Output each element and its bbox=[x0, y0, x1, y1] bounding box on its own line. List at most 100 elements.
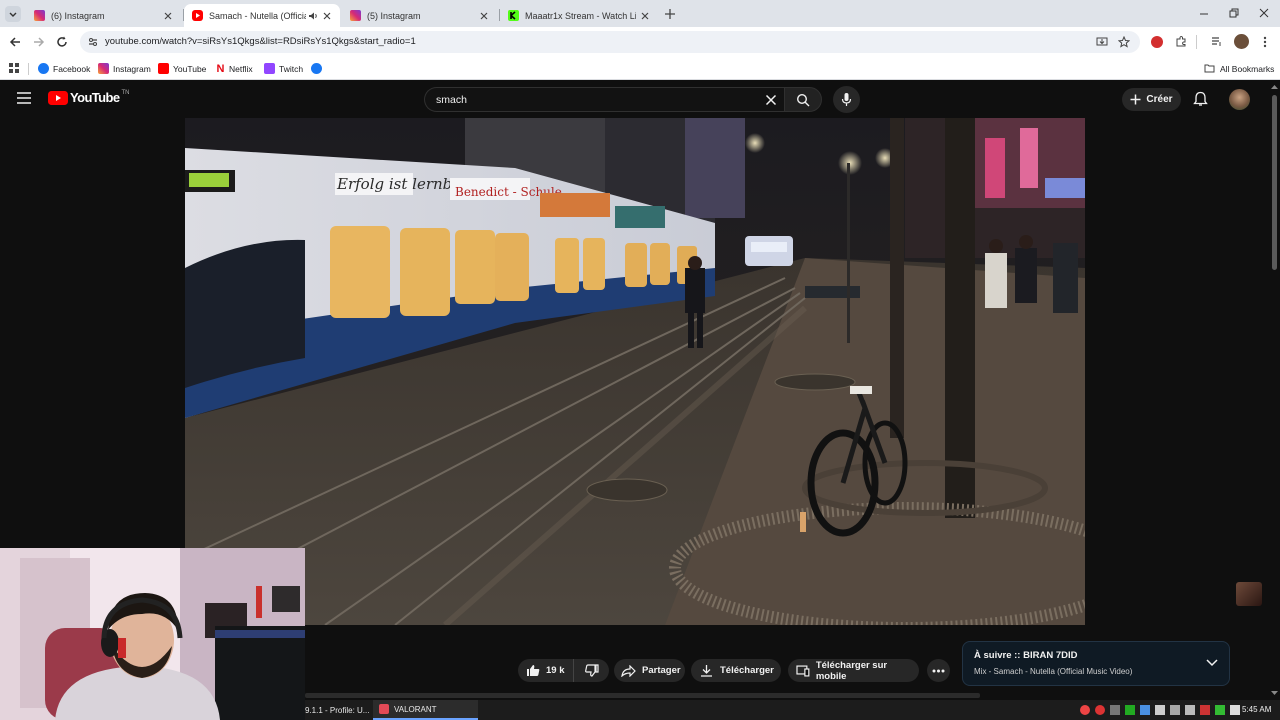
youtube-icon bbox=[158, 63, 169, 74]
more-horizontal-icon bbox=[932, 669, 945, 672]
like-dislike-group: 19 k bbox=[518, 659, 609, 682]
up-next-title: À suivre :: BIRAN 7DID bbox=[974, 650, 1078, 661]
media-controls-icon[interactable] bbox=[1210, 35, 1223, 48]
back-arrow-icon[interactable] bbox=[8, 35, 22, 49]
close-tab-icon[interactable] bbox=[479, 11, 489, 21]
close-tab-icon[interactable] bbox=[163, 11, 173, 21]
bookmark-twitch[interactable]: Twitch bbox=[264, 61, 303, 76]
tray-app-icon[interactable] bbox=[1095, 705, 1105, 715]
tab-kick-stream[interactable]: Maaatr1x Stream - Watch Live on Kick bbox=[500, 4, 658, 27]
like-button[interactable]: 19 k bbox=[518, 659, 574, 682]
scroll-down-icon[interactable] bbox=[1271, 690, 1278, 696]
webcam-overlay bbox=[0, 548, 305, 720]
instagram-icon bbox=[34, 10, 45, 21]
toolbar-divider bbox=[1196, 35, 1197, 49]
extension-icon[interactable] bbox=[1151, 36, 1163, 48]
tray-app-icon[interactable] bbox=[1110, 705, 1120, 715]
voice-search-button[interactable] bbox=[833, 86, 860, 113]
browser-tab-strip: (6) Instagram Samach - Nutella (Official… bbox=[0, 0, 1280, 27]
more-options-icon[interactable] bbox=[1260, 35, 1270, 49]
tray-app-icon[interactable] bbox=[1200, 705, 1210, 715]
download-mobile-button[interactable]: Télécharger sur mobile bbox=[788, 659, 919, 682]
twitch-icon bbox=[264, 63, 275, 74]
mobile-download-icon bbox=[796, 665, 810, 677]
youtube-logo[interactable]: YouTube TN bbox=[48, 90, 129, 105]
create-button[interactable]: Créer bbox=[1122, 88, 1181, 111]
notifications-bell-icon[interactable] bbox=[1193, 91, 1208, 107]
close-tab-icon[interactable] bbox=[322, 11, 332, 21]
close-window-icon[interactable] bbox=[1259, 8, 1269, 18]
channel-watermark[interactable] bbox=[1236, 582, 1262, 606]
bookmark-facebook-2[interactable] bbox=[311, 61, 326, 76]
bookmark-netflix[interactable]: N Netflix bbox=[216, 61, 253, 76]
video-frame-street-scene: Erfolg ist lernbar! Benedict - Schule bbox=[185, 118, 1085, 625]
share-button[interactable]: Partager bbox=[614, 659, 685, 682]
scroll-up-icon[interactable] bbox=[1271, 84, 1278, 90]
search-input[interactable]: smach bbox=[436, 94, 467, 106]
all-bookmarks[interactable]: All Bookmarks bbox=[1204, 61, 1274, 76]
folder-icon bbox=[1204, 64, 1215, 73]
puzzle-extensions-icon[interactable] bbox=[1175, 35, 1188, 48]
tray-app-icon[interactable] bbox=[1080, 705, 1090, 715]
restore-icon[interactable] bbox=[1229, 8, 1239, 18]
network-icon[interactable] bbox=[1185, 705, 1195, 715]
bookmark-youtube[interactable]: YouTube bbox=[158, 61, 206, 76]
install-app-icon[interactable] bbox=[1096, 36, 1108, 48]
minimize-icon[interactable] bbox=[1199, 9, 1209, 19]
chevron-down-icon[interactable] bbox=[1206, 659, 1218, 667]
new-tab-icon[interactable] bbox=[664, 8, 676, 20]
youtube-play-logo-icon bbox=[48, 90, 68, 105]
youtube-icon bbox=[192, 10, 203, 21]
video-player[interactable]: Erfolg ist lernbar! Benedict - Schule bbox=[185, 118, 1085, 625]
hamburger-menu-icon[interactable] bbox=[17, 92, 31, 104]
up-next-card[interactable]: À suivre :: BIRAN 7DID Mix - Samach - Nu… bbox=[962, 641, 1230, 686]
address-bar[interactable]: youtube.com/watch?v=siRsYs1Qkgs&list=RDs… bbox=[80, 31, 1140, 53]
instagram-icon bbox=[98, 63, 109, 74]
horizontal-scrollbar[interactable] bbox=[305, 693, 980, 698]
page-scrollbar-thumb[interactable] bbox=[1272, 95, 1277, 270]
system-tray bbox=[1080, 705, 1240, 715]
clear-search-icon[interactable] bbox=[765, 94, 777, 106]
microphone-icon[interactable] bbox=[1230, 705, 1240, 715]
url-text: youtube.com/watch?v=siRsYs1Qkgs&list=RDs… bbox=[105, 36, 416, 47]
taskbar-item-profile[interactable]: 9.1.1 - Profile: U... bbox=[305, 702, 369, 718]
speaker-icon[interactable] bbox=[308, 11, 318, 21]
streamer-webcam-feed bbox=[0, 548, 305, 720]
bookmark-star-icon[interactable] bbox=[1118, 36, 1130, 48]
more-actions-button[interactable] bbox=[927, 659, 950, 682]
close-tab-icon[interactable] bbox=[640, 11, 650, 21]
bookmark-divider bbox=[28, 63, 29, 75]
search-box[interactable]: smach bbox=[424, 87, 784, 112]
thumbs-down-icon bbox=[584, 664, 599, 677]
reload-icon[interactable] bbox=[55, 35, 69, 49]
download-button[interactable]: Télécharger bbox=[691, 659, 781, 682]
tab-instagram-1[interactable]: (6) Instagram bbox=[26, 4, 181, 27]
user-avatar[interactable] bbox=[1229, 89, 1250, 110]
site-settings-icon[interactable] bbox=[87, 36, 99, 48]
os-taskbar: 9.1.1 - Profile: U... VALORANT 5:45 AM bbox=[305, 700, 1280, 720]
tab-youtube-active[interactable]: Samach - Nutella (Official Music Video) bbox=[184, 4, 340, 27]
youtube-header: YouTube TN smach Créer bbox=[0, 80, 1280, 118]
tray-app-icon[interactable] bbox=[1140, 705, 1150, 715]
share-arrow-icon bbox=[621, 664, 636, 677]
taskbar-item-valorant[interactable]: VALORANT bbox=[373, 700, 478, 720]
bookmark-facebook[interactable]: Facebook bbox=[38, 61, 90, 76]
facebook-icon bbox=[311, 63, 322, 74]
tab-search-button[interactable] bbox=[5, 6, 21, 22]
nvidia-icon[interactable] bbox=[1215, 705, 1225, 715]
facebook-icon bbox=[38, 63, 49, 74]
plus-icon bbox=[1130, 94, 1141, 105]
dislike-button[interactable] bbox=[574, 659, 609, 682]
volume-icon[interactable] bbox=[1170, 705, 1180, 715]
taskbar-clock[interactable]: 5:45 AM bbox=[1242, 705, 1271, 714]
tray-app-icon[interactable] bbox=[1155, 705, 1165, 715]
instagram-icon bbox=[350, 10, 361, 21]
search-icon bbox=[796, 93, 810, 107]
tray-app-icon[interactable] bbox=[1125, 705, 1135, 715]
search-button[interactable] bbox=[784, 87, 822, 112]
forward-arrow-icon[interactable] bbox=[32, 35, 46, 49]
apps-grid-icon[interactable] bbox=[8, 62, 20, 74]
profile-avatar[interactable] bbox=[1234, 34, 1249, 49]
bookmark-instagram[interactable]: Instagram bbox=[98, 61, 151, 76]
tab-instagram-2[interactable]: (5) Instagram bbox=[342, 4, 497, 27]
